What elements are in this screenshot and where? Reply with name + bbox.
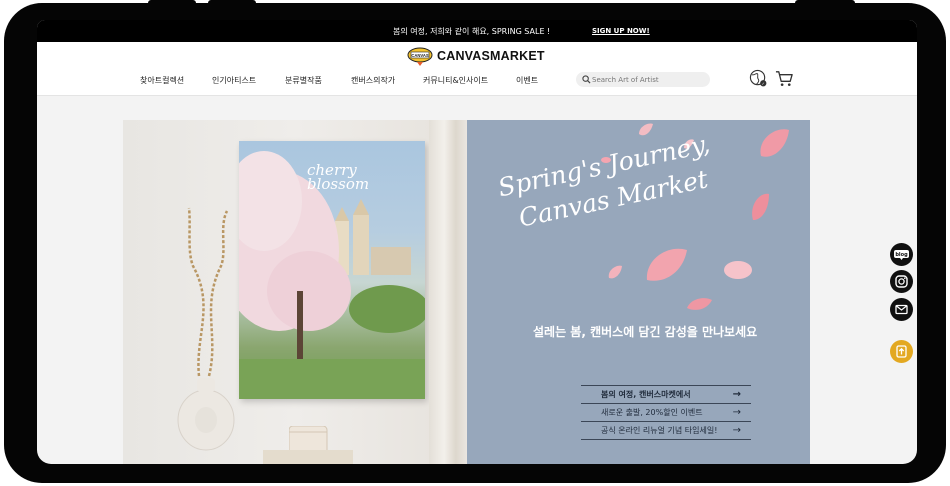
hero-menu-item[interactable]: 봄의 여정, 캔버스마켓에서 → <box>581 385 751 404</box>
curtain <box>429 120 467 464</box>
mail-icon <box>895 304 908 315</box>
book-stack <box>263 450 353 464</box>
hero-photo: cherry blossom <box>123 120 467 464</box>
dried-branch-decoration <box>187 207 229 377</box>
browser-screen: 봄의 여정, 저희와 같이 해요, SPRING SALE ! SIGN UP … <box>37 20 917 464</box>
nav-item-events[interactable]: 이벤트 <box>516 75 538 86</box>
nav-item-popular-artists[interactable]: 인기아티스트 <box>212 75 256 86</box>
poster-title: cherry blossom <box>307 163 370 193</box>
instagram-icon <box>895 275 908 288</box>
hero-menu: 봄의 여정, 캔버스마켓에서 → 새로운 출발, 20%할인 이벤트 → 공식 … <box>581 385 751 440</box>
petal-decoration <box>752 193 769 220</box>
search-input[interactable] <box>592 72 704 87</box>
logo-text: CANVASMARKET <box>437 49 545 63</box>
scroll-top-button[interactable] <box>890 340 913 363</box>
arrow-right-icon: → <box>732 425 741 436</box>
petal-decoration <box>687 298 712 310</box>
scroll-top-icon <box>896 345 907 358</box>
hero-banner[interactable]: cherry blossom Spring's Journey, Canvas … <box>123 120 810 464</box>
poster-title-line2: blossom <box>307 175 370 193</box>
svg-text:✓: ✓ <box>762 81 765 86</box>
cart-icon[interactable] <box>775 69 794 88</box>
hero-menu-label: 봄의 여정, 캔버스마켓에서 <box>601 390 691 399</box>
search-icon <box>582 75 591 84</box>
hero-subheadline: 설레는 봄, 캔버스에 담긴 감성을 만나보세요 <box>533 325 758 339</box>
cherry-blossom-poster: cherry blossom <box>239 141 425 399</box>
hero-text-panel: Spring's Journey, Canvas Market 설레는 봄, 캔… <box>467 120 810 464</box>
hero-menu-item[interactable]: 새로운 출발, 20%할인 이벤트 → <box>581 404 751 422</box>
hero-menu-label: 공식 온라인 리뉴얼 기념 타임세일! <box>601 426 718 435</box>
petal-decoration <box>608 265 622 279</box>
petal-decoration <box>724 261 752 279</box>
hero-menu-item[interactable]: 공식 온라인 리뉴얼 기념 타임세일! → <box>581 422 751 440</box>
nav-item-community[interactable]: 커뮤니티&인사이트 <box>423 75 488 86</box>
arrow-right-icon: → <box>732 389 741 400</box>
signup-link[interactable]: SIGN UP NOW! <box>592 27 650 35</box>
instagram-button[interactable] <box>890 270 913 293</box>
blog-button[interactable]: blog <box>890 243 913 266</box>
nav-item-canvas-artists[interactable]: 캔버스의작가 <box>351 75 395 86</box>
petal-decoration <box>639 123 653 136</box>
site-header: CANVAS CANVASMARKET 찾아트컬렉션 인기아티스트 분류별작품 … <box>37 42 917 96</box>
language-globe-icon[interactable]: ✓ <box>749 69 768 88</box>
petal-decoration <box>646 248 687 281</box>
hero-menu-label: 새로운 출발, 20%할인 이벤트 <box>601 408 703 417</box>
logo-badge-text: CANVAS <box>411 53 429 58</box>
email-button[interactable] <box>890 298 913 321</box>
search-bar[interactable] <box>576 72 710 87</box>
nav-item-collection[interactable]: 찾아트컬렉션 <box>140 75 184 86</box>
logo[interactable]: CANVAS CANVASMARKET <box>407 45 545 67</box>
donut-vase <box>177 378 235 451</box>
announcement-message: 봄의 여정, 저희와 같이 해요, SPRING SALE ! <box>393 27 551 36</box>
announcement-bar: 봄의 여정, 저희와 같이 해요, SPRING SALE ! SIGN UP … <box>37 20 917 42</box>
tablet-device: 봄의 여정, 저희와 같이 해요, SPRING SALE ! SIGN UP … <box>0 0 950 486</box>
logo-badge-icon: CANVAS <box>407 47 433 66</box>
arrow-right-icon: → <box>732 407 741 418</box>
nav-item-categories[interactable]: 분류별작품 <box>285 75 322 86</box>
svg-text:blog: blog <box>895 252 908 258</box>
blog-icon: blog <box>894 250 909 260</box>
